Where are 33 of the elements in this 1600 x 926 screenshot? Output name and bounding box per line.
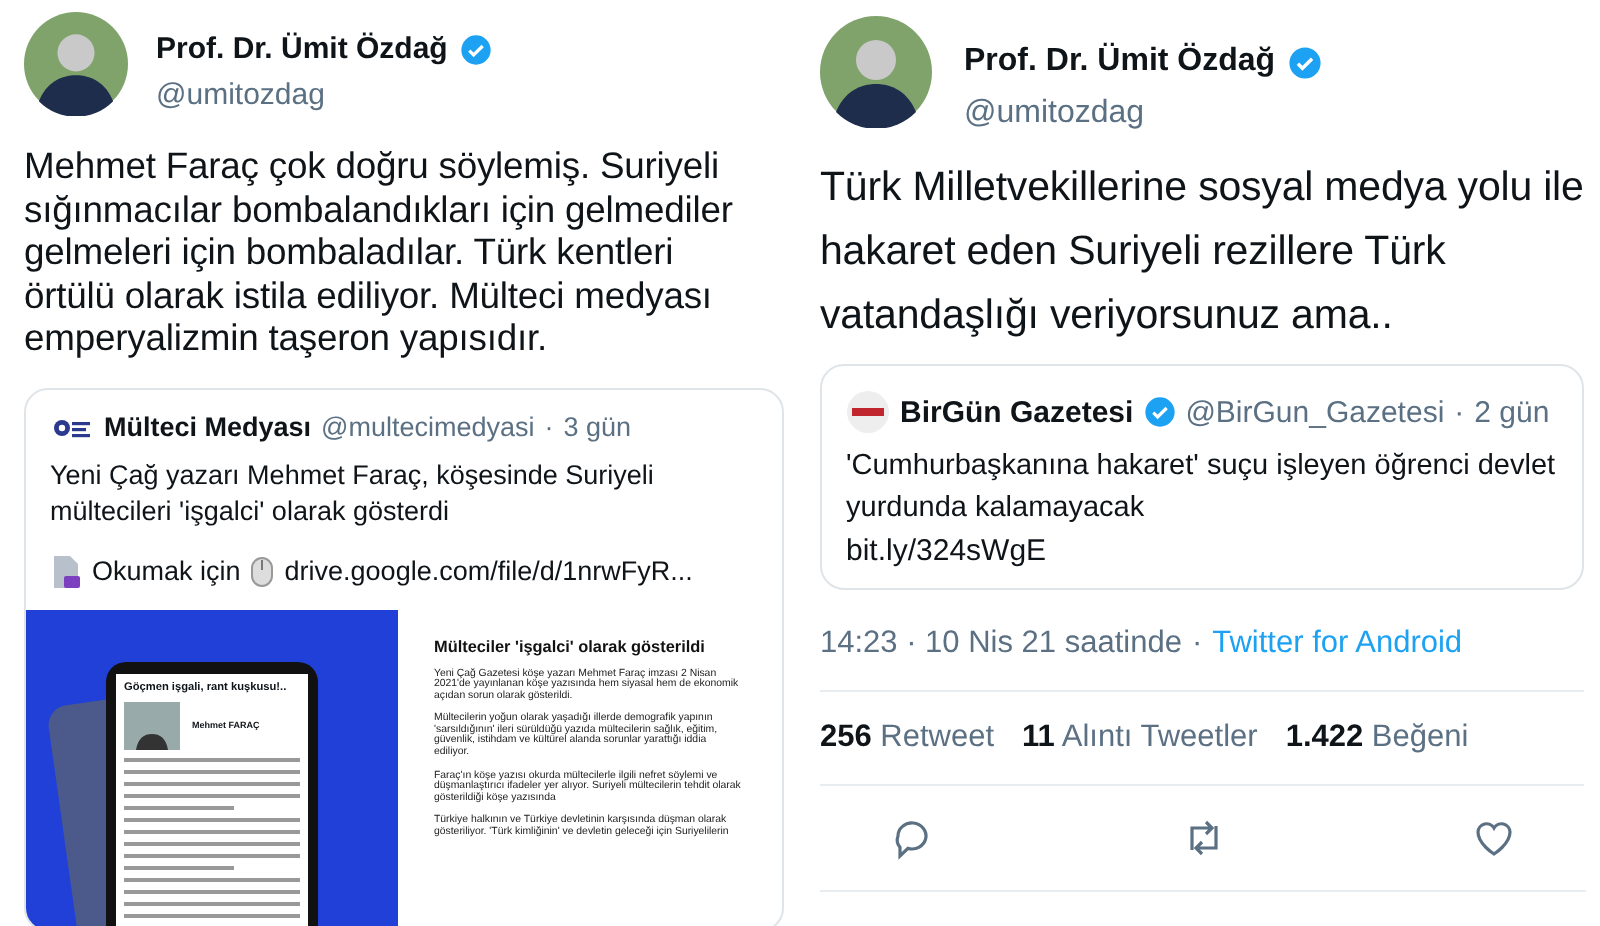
separator-dot: · xyxy=(1191,626,1203,662)
author-name[interactable]: Prof. Dr. Ümit Özdağ xyxy=(156,32,448,66)
author-handle[interactable]: @umitozdag xyxy=(964,96,1322,132)
avatar-icon xyxy=(820,16,932,128)
quoted-author-handle[interactable]: @BirGun_Gazetesi xyxy=(1185,395,1445,429)
logo-icon xyxy=(846,390,890,434)
tweet-text: Mehmet Faraç çok doğru söylemiş. Suriyeli sığınmacılar bombalandıkları için gelmediler gelmeleri için bombaladılar. Türk kentleri örtülü olarak istila ediliyor. Mülteci medyası emperyalizmin taşeron yapısıdır. xyxy=(24,144,735,359)
portrait-placeholder xyxy=(124,701,180,749)
stat-link[interactable]: 1.422 Beğeni xyxy=(1285,720,1469,756)
quoted-author-name[interactable]: Mülteci Medyası xyxy=(104,412,312,442)
document-icon xyxy=(50,553,82,589)
quoted-tweet-card[interactable] xyxy=(24,387,784,926)
quoted-time: 3 gün xyxy=(563,412,632,442)
article-headline: Mülteciler 'işgalci' olarak gösterildi xyxy=(434,637,707,657)
quoted-time: 2 gün xyxy=(1474,395,1550,429)
link[interactable]: drive.google.com/file/d/1nrwFyR... xyxy=(284,556,693,586)
tweet-text: Türk Milletvekillerine sosyal medya yolu ile hakaret eden Suriyeli rezillere Türk vatandaşlığı veriyorsunuz ama.. xyxy=(820,162,1584,342)
stat-link[interactable]: 11 Alıntı Tweetler xyxy=(1022,720,1258,756)
author-handle[interactable]: @umitozdag xyxy=(156,78,492,112)
link[interactable]: bit.ly/324sWgE xyxy=(846,530,1558,572)
avatar-icon xyxy=(24,12,128,116)
mouse-icon xyxy=(250,555,275,587)
link-label: Okumak için xyxy=(92,556,241,586)
separator-dot: · xyxy=(544,412,554,442)
author-name[interactable]: Prof. Dr. Ümit Özdağ xyxy=(964,44,1276,80)
quoted-tweet-text: 'Cumhurbaşkanına hakaret' suçu işleyen öğrenci devlet yurdunda kalamayacak xyxy=(846,448,1558,528)
separator-dot: · xyxy=(1454,395,1465,429)
quoted-tweet-card[interactable]: BirGün Gazetesi @BirGun_Gazetesi · 2 gün 'Cumhurbaşkanına hakaret' suçu işleyen öğrenci devlet yurdunda kalamayacak bit.ly/324sWgE xyxy=(820,364,1584,590)
quoted-tweet-text: Yeni Çağ yazarı Mehmet Faraç, köşesinde Suriyeli mültecileri 'işgalci' olarak gösterdi xyxy=(50,457,656,529)
quoted-author-handle[interactable]: @multecimedyasi xyxy=(321,412,535,442)
stat-link[interactable]: 256 Retweet xyxy=(820,720,995,756)
tweet-timestamp[interactable]: 14:23 · 10 Nis 21 saatinde xyxy=(820,626,1182,662)
quoted-author-name[interactable]: BirGün Gazetesi xyxy=(900,395,1134,429)
